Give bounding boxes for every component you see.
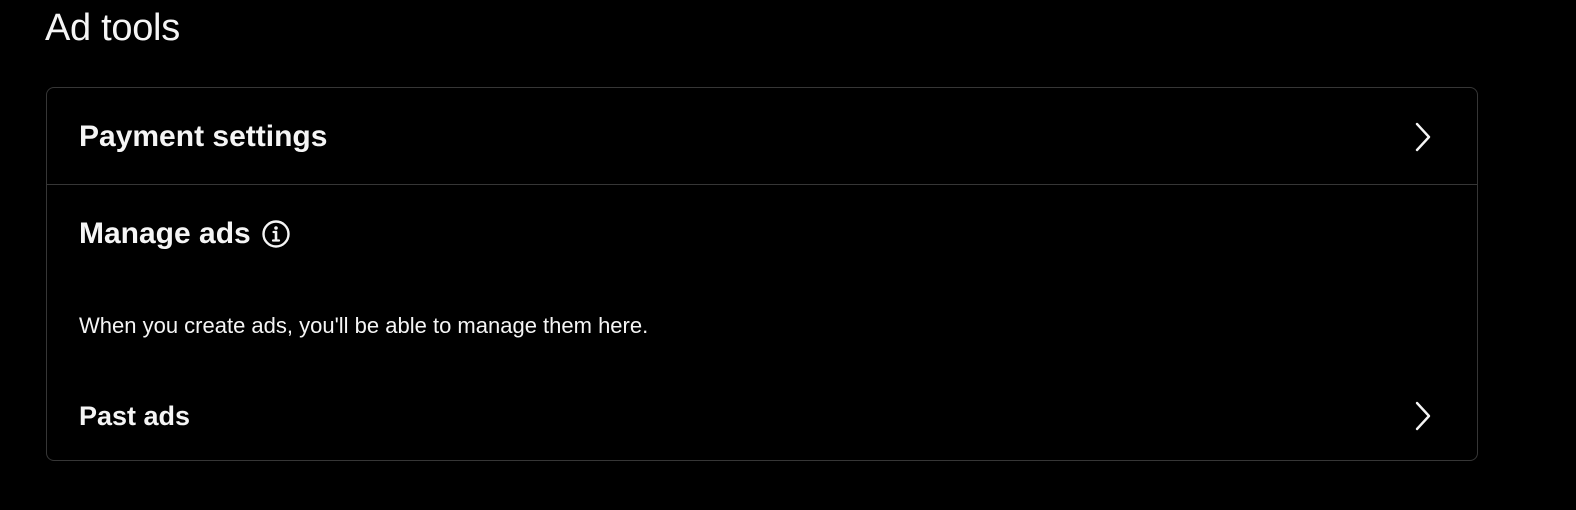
past-ads-row[interactable]: Past ads — [47, 378, 1477, 460]
manage-ads-label: Manage ads — [79, 217, 251, 250]
payment-settings-row[interactable]: Payment settings — [47, 88, 1477, 185]
past-ads-label: Past ads — [79, 401, 191, 431]
manage-ads-empty-message: When you create ads, you'll be able to m… — [79, 313, 649, 338]
ad-tools-card: Payment settings Manage ads When you cre… — [46, 87, 1478, 461]
chevron-right-icon — [1415, 122, 1431, 152]
payment-settings-label: Payment settings — [79, 120, 328, 153]
page-title: Ad tools — [45, 7, 180, 49]
info-circle-icon[interactable] — [261, 219, 291, 249]
manage-ads-heading: Manage ads — [79, 216, 291, 252]
chevron-right-icon — [1415, 401, 1431, 431]
